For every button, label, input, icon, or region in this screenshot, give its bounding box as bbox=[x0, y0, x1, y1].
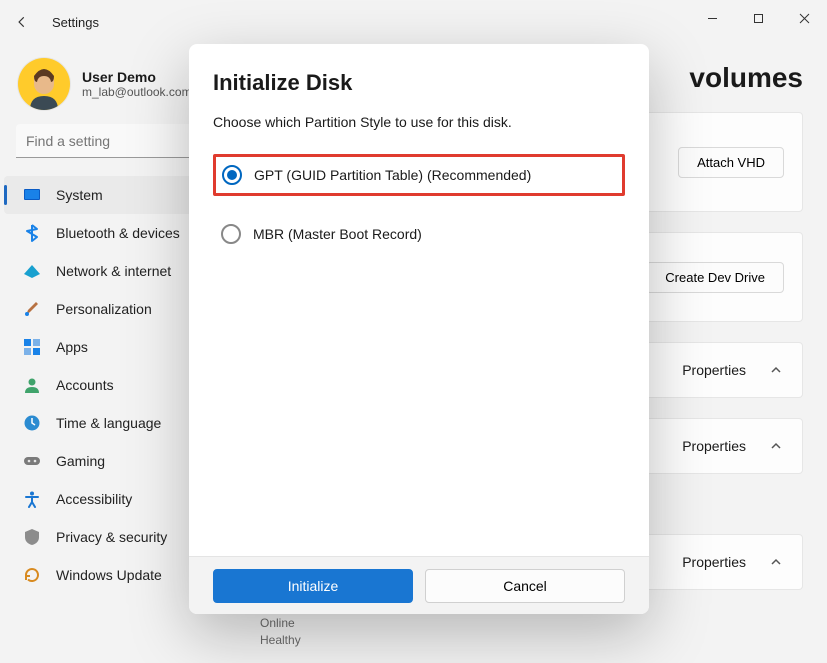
properties-label: Properties bbox=[682, 362, 746, 378]
brush-icon bbox=[22, 299, 42, 319]
update-icon bbox=[22, 565, 42, 585]
nav-label: Accessibility bbox=[56, 491, 132, 507]
nav-label: Personalization bbox=[56, 301, 152, 317]
radio-option-mbr[interactable]: MBR (Master Boot Record) bbox=[213, 214, 625, 254]
wifi-icon bbox=[22, 261, 42, 281]
nav-label: Accounts bbox=[56, 377, 114, 393]
nav-label: Gaming bbox=[56, 453, 105, 469]
nav-label: Apps bbox=[56, 339, 88, 355]
dialog-title: Initialize Disk bbox=[213, 70, 625, 96]
globe-clock-icon bbox=[22, 413, 42, 433]
accessibility-icon bbox=[22, 489, 42, 509]
apps-icon bbox=[22, 337, 42, 357]
nav-label: System bbox=[56, 187, 103, 203]
person-icon bbox=[22, 375, 42, 395]
radio-indicator bbox=[222, 165, 242, 185]
back-button[interactable] bbox=[0, 0, 44, 44]
radio-label: GPT (GUID Partition Table) (Recommended) bbox=[254, 167, 531, 183]
display-icon bbox=[22, 185, 42, 205]
nav-label: Bluetooth & devices bbox=[56, 225, 180, 241]
shield-icon bbox=[22, 527, 42, 547]
disk-status: Online Healthy bbox=[260, 615, 301, 649]
attach-vhd-button[interactable]: Attach VHD bbox=[678, 147, 784, 178]
properties-label: Properties bbox=[682, 438, 746, 454]
window-title: Settings bbox=[52, 15, 99, 30]
properties-label: Properties bbox=[682, 554, 746, 570]
bluetooth-icon bbox=[22, 223, 42, 243]
close-button[interactable] bbox=[781, 0, 827, 36]
status-line-2: Healthy bbox=[260, 632, 301, 649]
radio-option-gpt[interactable]: GPT (GUID Partition Table) (Recommended) bbox=[213, 154, 625, 196]
cancel-button[interactable]: Cancel bbox=[425, 569, 625, 603]
maximize-button[interactable] bbox=[735, 0, 781, 36]
create-dev-drive-button[interactable]: Create Dev Drive bbox=[646, 262, 784, 293]
user-email: m_lab@outlook.com bbox=[82, 85, 192, 99]
chevron-up-icon bbox=[768, 556, 784, 568]
user-name: User Demo bbox=[82, 69, 192, 85]
initialize-button[interactable]: Initialize bbox=[213, 569, 413, 603]
radio-indicator bbox=[221, 224, 241, 244]
nav-label: Time & language bbox=[56, 415, 161, 431]
window-controls bbox=[689, 0, 827, 36]
nav-label: Privacy & security bbox=[56, 529, 167, 545]
nav-label: Network & internet bbox=[56, 263, 171, 279]
partition-style-group: GPT (GUID Partition Table) (Recommended)… bbox=[213, 154, 625, 254]
avatar bbox=[18, 58, 70, 110]
chevron-up-icon bbox=[768, 364, 784, 376]
status-line-1: Online bbox=[260, 615, 301, 632]
dialog-footer: Initialize Cancel bbox=[189, 556, 649, 614]
initialize-disk-dialog: Initialize Disk Choose which Partition S… bbox=[189, 44, 649, 614]
dialog-subtitle: Choose which Partition Style to use for … bbox=[213, 114, 625, 130]
minimize-button[interactable] bbox=[689, 0, 735, 36]
chevron-up-icon bbox=[768, 440, 784, 452]
titlebar: Settings bbox=[0, 0, 827, 44]
radio-label: MBR (Master Boot Record) bbox=[253, 226, 422, 242]
nav-label: Windows Update bbox=[56, 567, 162, 583]
gaming-icon bbox=[22, 451, 42, 471]
